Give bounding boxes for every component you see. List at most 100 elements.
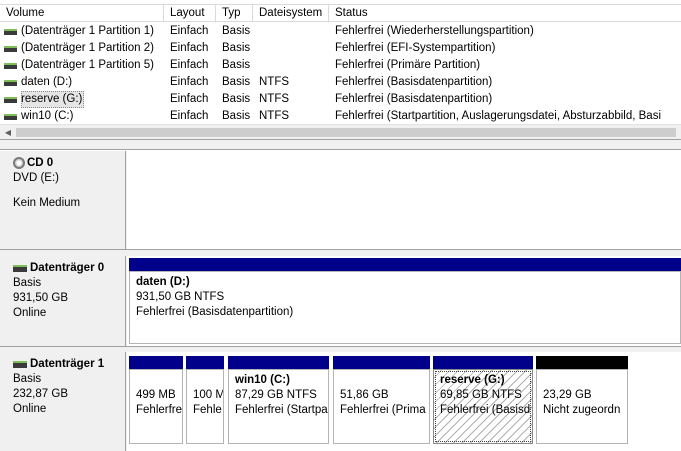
disk-area-1: 499 MB Fehlerfrei 100 M Fehle win10 (C:)… — [127, 352, 681, 451]
partition-body: win10 (C:) 87,29 GB NTFS Fehlerfrei (Sta… — [228, 369, 329, 444]
partition-name: reserve (G:) — [440, 374, 505, 386]
layout-cell: Einfach — [170, 76, 209, 88]
status-cell: Fehlerfrei (Basisdatenpartition) — [335, 93, 493, 105]
disk-0: Datenträger 0 Basis 931,50 GB Online dat… — [0, 256, 681, 346]
layout-cell: Einfach — [170, 59, 209, 71]
partition-body: 100 M Fehle — [186, 369, 224, 444]
column-header-filesystem[interactable]: Dateisystem — [253, 5, 329, 22]
partition-win10-c[interactable]: win10 (C:) 87,29 GB NTFS Fehlerfrei (Sta… — [228, 356, 329, 444]
volume-cell: (Datenträger 1 Partition 5) — [4, 57, 164, 74]
disk-state: Online — [13, 403, 47, 415]
partition-recovery[interactable]: 499 MB Fehlerfrei — [129, 356, 183, 444]
table-row[interactable]: (Datenträger 1 Partition 2) Einfach Basi… — [0, 40, 681, 57]
volume-icon — [4, 62, 17, 69]
disk-type: Basis — [13, 373, 42, 385]
horizontal-scrollbar[interactable]: ◀ — [0, 124, 681, 139]
scrollbar-thumb[interactable] — [16, 128, 676, 137]
partition-efi[interactable]: 100 M Fehle — [186, 356, 224, 444]
scroll-left-icon[interactable]: ◀ — [0, 125, 16, 139]
disk-cd0: CD 0 DVD (E:) Kein Medium — [0, 151, 681, 249]
disk-title: Datenträger 1 — [30, 358, 105, 370]
filesystem-cell — [259, 23, 329, 40]
partition-body: 499 MB Fehlerfrei — [129, 369, 183, 444]
partition-size: 51,86 GB — [340, 389, 389, 401]
pane-splitter[interactable] — [0, 140, 681, 150]
volume-name: win10 (C:) — [21, 110, 74, 122]
partition-color-bar — [129, 258, 681, 271]
type-cell: Basis — [222, 110, 251, 122]
volume-name: (Datenträger 1 Partition 2) — [21, 42, 154, 54]
filesystem-cell: NTFS — [259, 110, 290, 122]
hard-disk-icon — [13, 360, 27, 368]
volume-cell: reserve (G:) — [4, 91, 164, 108]
status-cell: Fehlerfrei (Wiederherstellungspartition) — [335, 25, 534, 37]
partition-daten-d[interactable]: daten (D:) 931,50 GB NTFS Fehlerfrei (Ba… — [129, 258, 681, 344]
table-row[interactable]: daten (D:) Einfach Basis NTFS Fehlerfrei… — [0, 74, 681, 91]
volume-icon — [4, 28, 17, 35]
status-cell: Fehlerfrei (Startpartition, Auslagerungs… — [335, 110, 662, 122]
partition-size: 931,50 GB NTFS — [136, 291, 225, 303]
disk-title: Datenträger 0 — [30, 262, 105, 274]
partition-status: Fehlerfrei (Startpa — [235, 404, 328, 416]
volume-cell: (Datenträger 1 Partition 2) — [4, 40, 164, 57]
layout-cell: Einfach — [170, 110, 209, 122]
partition-size: 100 M — [193, 389, 224, 401]
partition-color-bar — [333, 356, 430, 369]
partition-status: Fehlerfrei (Prima — [340, 404, 426, 416]
partition-status: Fehlerfrei — [136, 404, 183, 416]
partition-size: 69,85 GB NTFS — [440, 389, 522, 401]
partition-color-bar — [186, 356, 224, 369]
disk-info-1[interactable]: Datenträger 1 Basis 232,87 GB Online — [6, 352, 126, 451]
partition-name: daten (D:) — [136, 276, 190, 288]
volume-name: (Datenträger 1 Partition 1) — [21, 25, 154, 37]
partition-color-bar — [536, 356, 628, 369]
layout-cell: Einfach — [170, 42, 209, 54]
status-cell: Fehlerfrei (EFI-Systempartition) — [335, 42, 496, 54]
column-header-status[interactable]: Status — [329, 5, 681, 22]
partition-color-bar — [129, 356, 183, 369]
volume-icon — [4, 79, 17, 86]
disk-media-status: Kein Medium — [13, 197, 81, 209]
disk-separator — [0, 346, 681, 347]
filesystem-cell: NTFS — [259, 93, 290, 105]
disk-separator — [0, 249, 681, 250]
disk-1: Datenträger 1 Basis 232,87 GB Online 499… — [0, 352, 681, 451]
disk-title-row: Datenträger 0 — [13, 260, 125, 276]
table-row[interactable]: win10 (C:) Einfach Basis NTFS Fehlerfrei… — [0, 108, 681, 125]
partition-size: 499 MB — [136, 389, 176, 401]
volume-list-header: Volume Layout Typ Dateisystem Status — [0, 4, 681, 22]
filesystem-cell: NTFS — [259, 76, 290, 88]
filesystem-cell — [259, 40, 329, 57]
layout-cell: Einfach — [170, 93, 209, 105]
filesystem-cell — [259, 57, 329, 74]
partition-status: Fehlerfrei (Basisdatenpartition) — [136, 306, 294, 318]
table-row[interactable]: (Datenträger 1 Partition 5) Einfach Basi… — [0, 57, 681, 74]
column-header-volume[interactable]: Volume — [0, 5, 164, 22]
disk-size: 232,87 GB — [13, 388, 68, 400]
partition-unallocated[interactable]: 23,29 GB Nicht zugeordn — [536, 356, 628, 444]
partition-body-selected: reserve (G:) 69,85 GB NTFS Fehlerfrei (B… — [433, 369, 533, 444]
disk-state: Online — [13, 307, 47, 319]
disk-title-row: CD 0 — [13, 155, 125, 171]
disk-title: CD 0 — [27, 157, 54, 169]
disk-info-0[interactable]: Datenträger 0 Basis 931,50 GB Online — [6, 256, 126, 346]
volume-icon — [4, 113, 17, 120]
partition-reserve-g[interactable]: reserve (G:) 69,85 GB NTFS Fehlerfrei (B… — [433, 356, 533, 444]
partition-status: Nicht zugeordn — [543, 404, 621, 416]
table-row-selected[interactable]: reserve (G:) Einfach Basis NTFS Fehlerfr… — [0, 91, 681, 108]
column-header-layout[interactable]: Layout — [164, 5, 216, 22]
partition-size: 87,29 GB NTFS — [235, 389, 317, 401]
volume-icon — [4, 45, 17, 52]
volume-icon — [4, 96, 17, 103]
table-row[interactable]: (Datenträger 1 Partition 1) Einfach Basi… — [0, 23, 681, 40]
partition-status: Fehle — [193, 404, 222, 416]
layout-cell: Einfach — [170, 25, 209, 37]
volume-list-rows: (Datenträger 1 Partition 1) Einfach Basi… — [0, 23, 681, 125]
volume-cell: daten (D:) — [4, 74, 164, 91]
partition-name: win10 (C:) — [235, 374, 290, 386]
disk-info-cd0[interactable]: CD 0 DVD (E:) Kein Medium — [6, 151, 126, 249]
column-header-type[interactable]: Typ — [216, 5, 253, 22]
volume-name: reserve (G:) — [21, 91, 85, 108]
partition-primary[interactable]: 51,86 GB Fehlerfrei (Prima — [333, 356, 430, 444]
type-cell: Basis — [222, 42, 251, 54]
